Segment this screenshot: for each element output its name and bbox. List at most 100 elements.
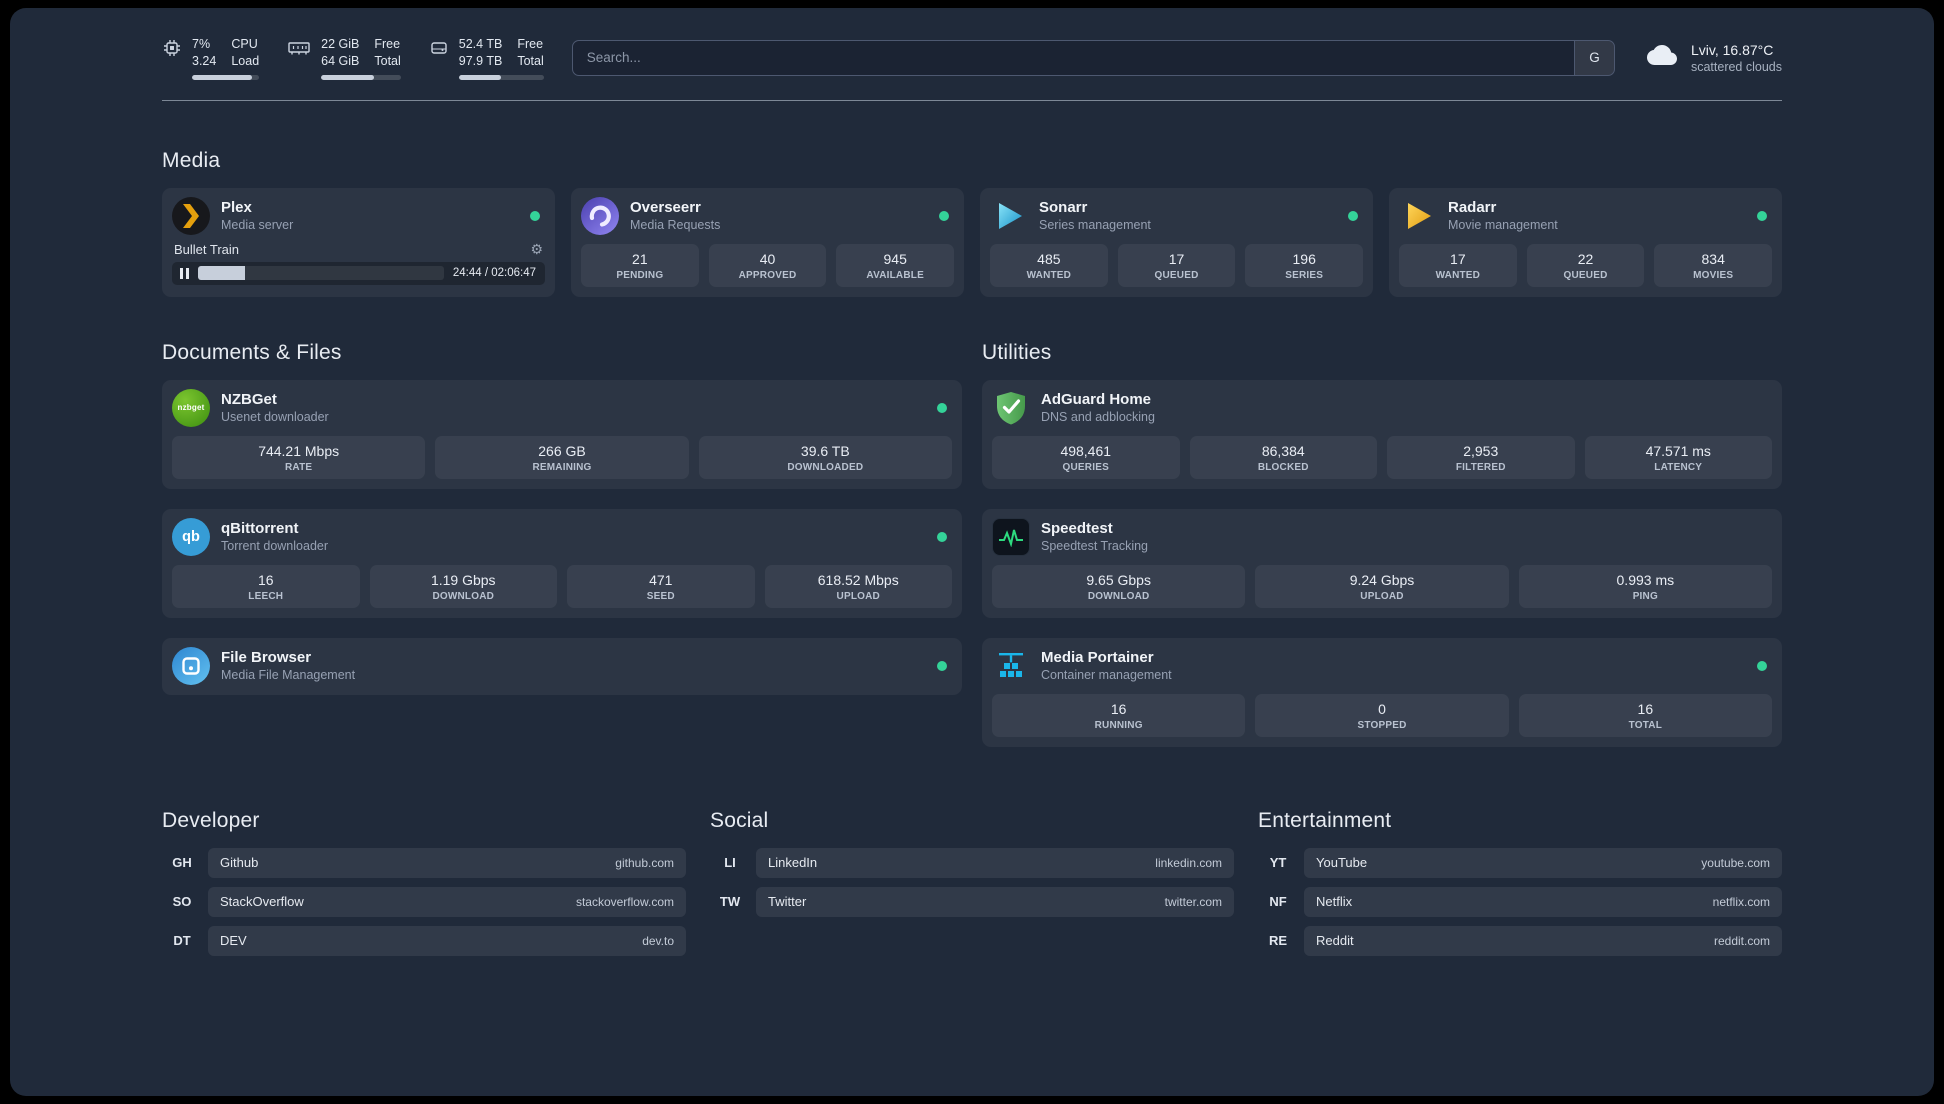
playback-time: 24:44 / 02:06:47 — [452, 267, 536, 280]
playback-progress-bar[interactable] — [198, 266, 444, 281]
plex-now-playing: Bullet Train ⚙ 24:44 / 02:06:47 — [172, 242, 545, 285]
stat: 2,953 FILTERED — [1387, 435, 1575, 479]
card-portainer[interactable]: Media Portainer Container management 16 R… — [982, 637, 1782, 747]
bookmark-link-reddit[interactable]: Reddit reddit.com — [1304, 925, 1782, 956]
memory-widget: 22 GiB 64 GiB Free Total — [287, 36, 401, 80]
service-desc: Usenet downloader — [221, 410, 329, 425]
card-adguard[interactable]: AdGuard Home DNS and adblocking 498,461 Q… — [982, 379, 1782, 489]
bookmark-row: NF Netflix netflix.com — [1258, 886, 1782, 917]
bookmark-abbr: GH — [172, 855, 192, 871]
topbar: 7% 3.24 CPU Load 22 GiB 64 GiB Free Tota… — [162, 36, 1782, 80]
stat: 0.993 ms PING — [1518, 564, 1772, 608]
disk-free-value: 52.4 TB — [458, 37, 503, 51]
service-name: Plex — [221, 199, 252, 217]
radarr-icon — [1399, 197, 1437, 235]
stat: 485 WANTED — [990, 243, 1108, 287]
weather-condition: scattered clouds — [1690, 59, 1782, 74]
status-dot — [1757, 210, 1767, 221]
service-name: Media Portainer — [1041, 649, 1154, 667]
bookmarks: Developer GH Github github.com SO StackOv… — [162, 809, 1782, 956]
search-input[interactable] — [572, 40, 1574, 75]
overseerr-icon — [581, 196, 619, 235]
bookmark-link-netflix[interactable]: Netflix netflix.com — [1304, 886, 1782, 917]
bookmark-row: YT YouTube youtube.com — [1258, 847, 1782, 878]
service-name: AdGuard Home — [1041, 391, 1152, 409]
bookmark-link-youtube[interactable]: YouTube youtube.com — [1304, 847, 1782, 878]
bookmark-row: LI LinkedIn linkedin.com — [710, 847, 1234, 878]
stat: 16 RUNNING — [992, 693, 1246, 737]
nzbget-icon: nzbget — [172, 388, 210, 427]
cloud-icon — [1643, 40, 1681, 75]
cpu-progress-bar — [192, 74, 260, 80]
stat: 498,461 QUERIES — [992, 435, 1180, 479]
pause-icon[interactable] — [180, 267, 189, 279]
gear-icon[interactable]: ⚙ — [530, 242, 543, 256]
bookmark-abbr: TW — [719, 894, 741, 910]
section-title-media: Media — [162, 148, 221, 172]
bookmark-row: DT DEV dev.to — [162, 925, 686, 956]
disk-free-label: Free — [517, 37, 544, 51]
bookmark-link-linkedin[interactable]: LinkedIn linkedin.com — [756, 847, 1234, 878]
speedtest-icon — [992, 517, 1030, 556]
status-dot — [937, 531, 947, 542]
section-title-entertainment: Entertainment — [1258, 808, 1392, 832]
status-dot — [530, 210, 540, 221]
disk-total-value: 97.9 TB — [458, 53, 503, 68]
card-speedtest[interactable]: Speedtest Speedtest Tracking 9.65 Gbps DO… — [982, 508, 1782, 618]
disk-total-label: Total — [517, 53, 544, 68]
stat: 16 LEECH — [172, 564, 360, 608]
disk-progress-bar — [458, 74, 544, 80]
portainer-icon — [992, 647, 1030, 685]
status-dot — [937, 660, 947, 671]
bookmark-abbr: DT — [173, 933, 191, 949]
service-name: File Browser — [221, 649, 312, 667]
stat: 196 SERIES — [1245, 243, 1364, 287]
memory-total-label: Total — [374, 53, 401, 68]
bookmark-row: SO StackOverflow stackoverflow.com — [162, 886, 686, 917]
now-playing-title: Bullet Train — [174, 241, 240, 257]
status-dot — [939, 210, 949, 221]
sonarr-icon — [990, 197, 1028, 235]
status-dot — [1757, 660, 1767, 671]
bookmark-abbr: RE — [1268, 933, 1288, 949]
filebrowser-icon — [172, 646, 210, 685]
cpu-icon — [162, 38, 182, 80]
bookmark-link-dev[interactable]: DEV dev.to — [208, 925, 686, 956]
stat: 21 PENDING — [581, 243, 699, 287]
card-filebrowser[interactable]: File Browser Media File Management — [162, 637, 962, 695]
bookmark-link-github[interactable]: Github github.com — [208, 847, 686, 878]
bookmark-row: GH Github github.com — [162, 847, 686, 878]
bookmark-group-social: Social LI LinkedIn linkedin.com TW Twitte… — [710, 809, 1234, 917]
search-provider-button[interactable]: G — [1573, 40, 1614, 75]
plex-icon — [172, 196, 210, 235]
stat: 22 QUEUED — [1526, 243, 1645, 287]
qbittorrent-icon: qb — [172, 517, 210, 556]
stat: 744.21 Mbps RATE — [172, 435, 426, 479]
bookmark-link-twitter[interactable]: Twitter twitter.com — [756, 886, 1234, 917]
stat: 9.24 Gbps UPLOAD — [1255, 564, 1509, 608]
service-name: Overseerr — [630, 199, 701, 217]
memory-progress-bar — [321, 74, 401, 80]
stat: 17 WANTED — [1399, 243, 1517, 287]
bookmark-link-stackoverflow[interactable]: StackOverflow stackoverflow.com — [208, 886, 686, 917]
service-desc: Media File Management — [221, 668, 356, 683]
topbar-divider — [162, 99, 1782, 101]
card-nzbget[interactable]: nzbget NZBGet Usenet downloader 744.21 M… — [162, 379, 962, 489]
dashboard: 7% 3.24 CPU Load 22 GiB 64 GiB Free Tota… — [10, 8, 1934, 1096]
stat: 945 AVAILABLE — [836, 243, 955, 287]
card-radarr[interactable]: Radarr Movie management 17 WANTED 22 QUEUE… — [1389, 187, 1782, 297]
stat: 266 GB REMAINING — [435, 435, 689, 479]
section-title-developer: Developer — [162, 808, 260, 832]
service-desc: Series management — [1039, 218, 1151, 233]
service-desc: Media Requests — [630, 218, 721, 233]
card-overseerr[interactable]: Overseerr Media Requests 21 PENDING 40 APP… — [571, 187, 964, 297]
service-desc: Media server — [221, 218, 294, 233]
service-desc: Movie management — [1448, 218, 1558, 233]
documents-column: Documents & Files nzbget NZBGet Usenet d… — [162, 341, 962, 695]
card-qbittorrent[interactable]: qb qBittorrent Torrent downloader 16 LEEC… — [162, 508, 962, 618]
service-name: Radarr — [1448, 199, 1497, 217]
card-sonarr[interactable]: Sonarr Series management 485 WANTED 17 QUE… — [980, 187, 1373, 297]
card-plex[interactable]: Plex Media server Bullet Train ⚙ 24:44 /… — [162, 187, 555, 297]
service-desc: Torrent downloader — [221, 539, 329, 554]
service-desc: Speedtest Tracking — [1041, 539, 1149, 554]
